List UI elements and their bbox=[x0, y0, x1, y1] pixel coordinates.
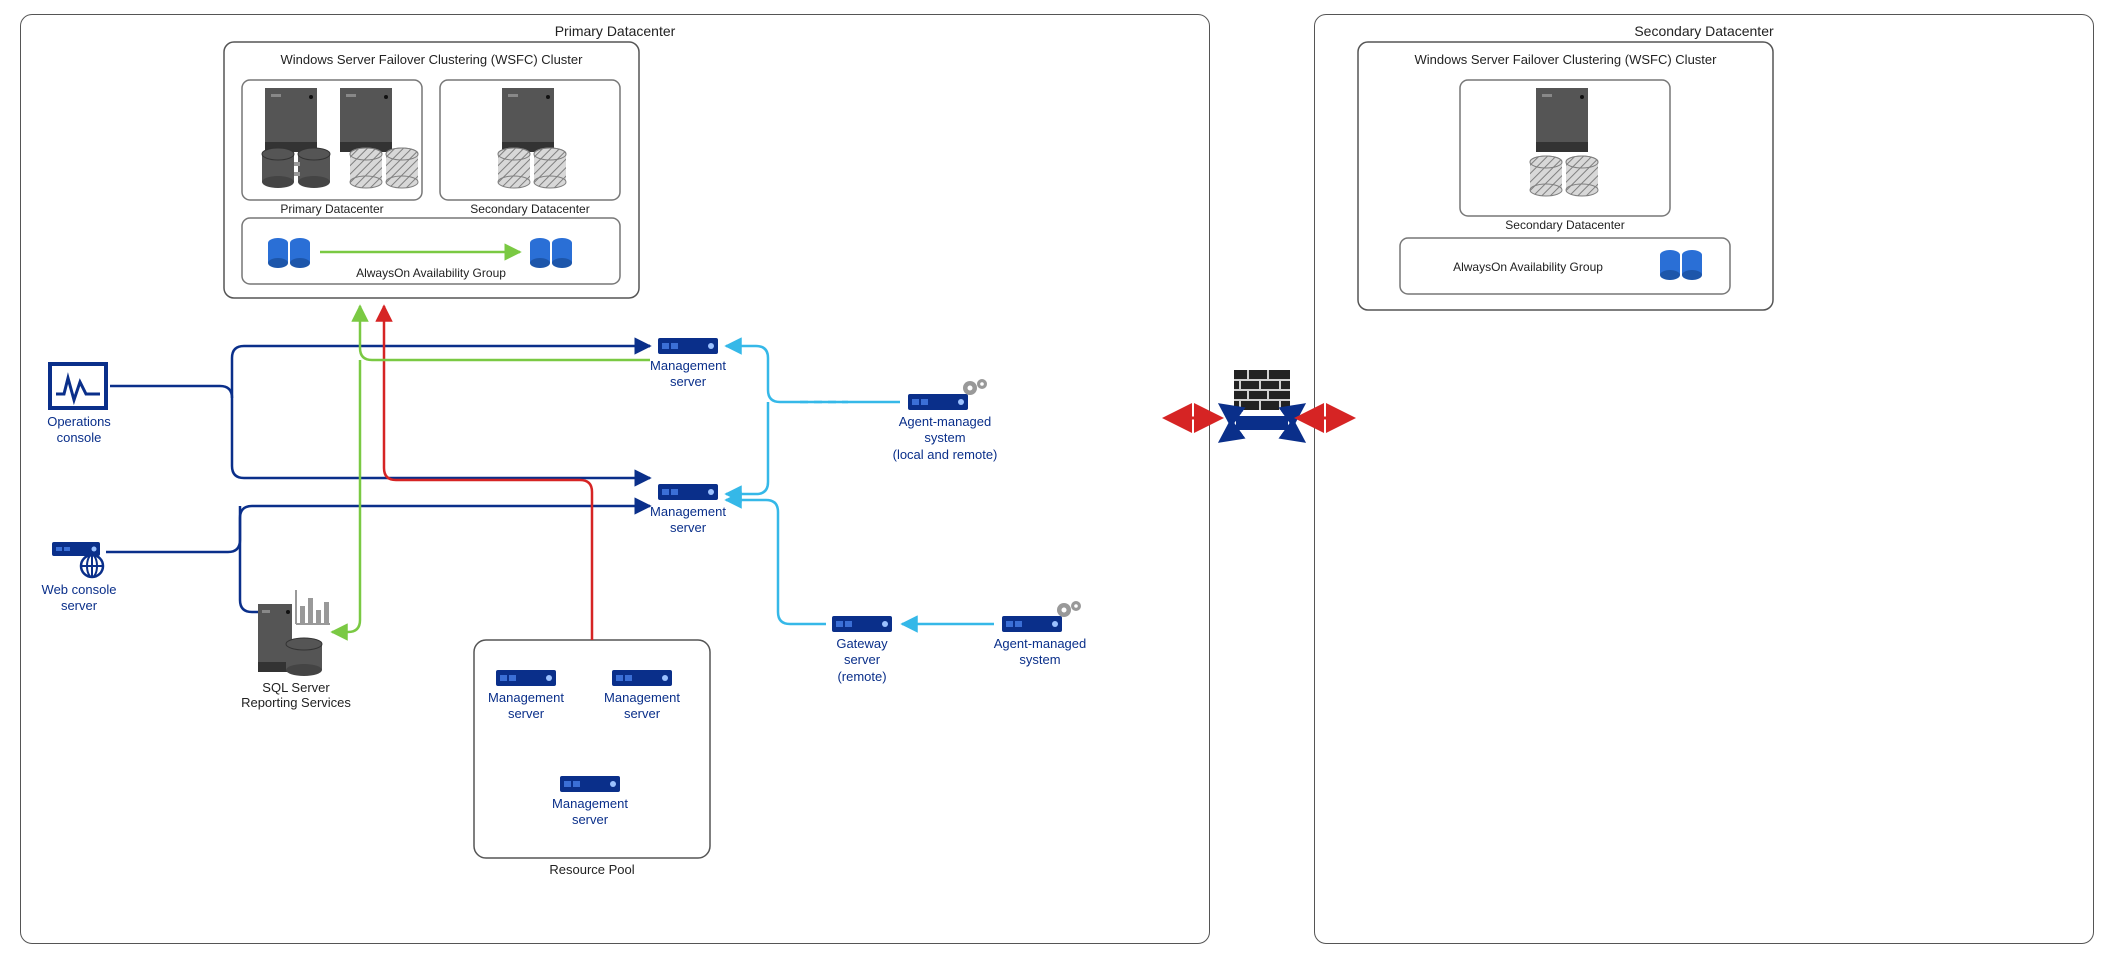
pool-mgmt-b-label: Management server bbox=[590, 690, 694, 723]
wsfc-secondary-label: Secondary Datacenter bbox=[440, 202, 620, 216]
wsfc-title-primary: Windows Server Failover Clustering (WSFC… bbox=[224, 52, 639, 67]
mgmt-server-2-label: Management server bbox=[636, 504, 740, 537]
secondary-datacenter-title: Secondary Datacenter bbox=[1315, 15, 2093, 39]
aoag-label-primary: AlwaysOn Availability Group bbox=[242, 266, 620, 280]
agent-managed-local-label: Agent-managed system (local and remote) bbox=[880, 414, 1010, 463]
operations-console-label: Operations console bbox=[34, 414, 124, 447]
sql-reporting-label: SQL Server Reporting Services bbox=[226, 680, 366, 710]
wsfc-secondary-label-2: Secondary Datacenter bbox=[1460, 218, 1670, 232]
mgmt-server-1-label: Management server bbox=[636, 358, 740, 391]
primary-datacenter-title: Primary Datacenter bbox=[21, 15, 1209, 39]
pool-mgmt-c-label: Management server bbox=[538, 796, 642, 829]
gateway-server-label: Gateway server (remote) bbox=[812, 636, 912, 685]
secondary-datacenter-box: Secondary Datacenter bbox=[1314, 14, 2094, 944]
agent-managed-label: Agent-managed system bbox=[980, 636, 1100, 669]
firewall-router-icon bbox=[1222, 370, 1302, 440]
web-console-label: Web console server bbox=[32, 582, 126, 615]
resource-pool-title: Resource Pool bbox=[474, 862, 710, 877]
pool-mgmt-a-label: Management server bbox=[474, 690, 578, 723]
aoag-label-secondary: AlwaysOn Availability Group bbox=[1400, 260, 1656, 274]
wsfc-title-secondary: Windows Server Failover Clustering (WSFC… bbox=[1358, 52, 1773, 67]
wsfc-primary-label: Primary Datacenter bbox=[242, 202, 422, 216]
